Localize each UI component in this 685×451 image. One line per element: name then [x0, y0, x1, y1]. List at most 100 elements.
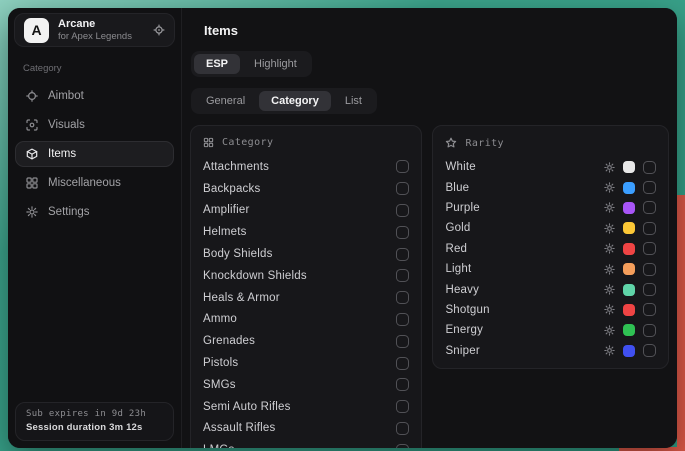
checkbox[interactable]: [643, 161, 656, 174]
checkbox[interactable]: [396, 444, 409, 448]
gear-icon[interactable]: [604, 345, 615, 356]
desktop-red-accent: [677, 195, 685, 451]
category-item-label: Knockdown Shields: [203, 270, 307, 282]
color-swatch[interactable]: [623, 243, 635, 255]
gear-icon[interactable]: [604, 325, 615, 336]
checkbox[interactable]: [396, 248, 409, 261]
checkbox[interactable]: [643, 344, 656, 357]
checkbox[interactable]: [643, 283, 656, 296]
category-item-label: Semi Auto Rifles: [203, 401, 291, 413]
rarity-item-label: White: [445, 161, 475, 173]
tab-highlight[interactable]: Highlight: [242, 54, 309, 74]
rarity-panel: Rarity WhiteBluePurpleGoldRedLightHeavyS…: [432, 125, 669, 369]
gear-icon[interactable]: [604, 304, 615, 315]
sidebar-item-visuals[interactable]: Visuals: [15, 112, 174, 138]
checkbox[interactable]: [643, 263, 656, 276]
sidebar: A Arcane for Apex Legends Category Aimbo…: [8, 8, 182, 448]
rarity-row-blue: Blue: [445, 177, 656, 197]
category-item-label: Backpacks: [203, 183, 260, 195]
sub-expires-text: Sub expires in 9d 23h: [26, 409, 163, 419]
color-swatch[interactable]: [623, 263, 635, 275]
rarity-row-sniper: Sniper: [445, 341, 656, 361]
checkbox[interactable]: [396, 204, 409, 217]
checkbox[interactable]: [396, 357, 409, 370]
sidebar-item-settings[interactable]: Settings: [15, 199, 174, 225]
category-item-label: Amplifier: [203, 204, 250, 216]
page-title: Items: [204, 23, 669, 38]
gear-icon[interactable]: [604, 162, 615, 173]
checkbox[interactable]: [396, 313, 409, 326]
checkbox[interactable]: [396, 182, 409, 195]
gear-icon[interactable]: [604, 202, 615, 213]
color-swatch[interactable]: [623, 202, 635, 214]
rarity-row-energy: Energy: [445, 320, 656, 340]
gear-icon[interactable]: [604, 223, 615, 234]
category-row-smgs: SMGs: [203, 374, 409, 396]
color-swatch[interactable]: [623, 222, 635, 234]
scan-eye-icon: [26, 119, 38, 131]
tab-general[interactable]: General: [194, 91, 257, 111]
star-icon: [445, 137, 457, 149]
gear-icon[interactable]: [604, 264, 615, 275]
checkbox[interactable]: [643, 242, 656, 255]
checkbox[interactable]: [643, 324, 656, 337]
rarity-item-label: Blue: [445, 182, 469, 194]
rarity-row-shotgun: Shotgun: [445, 300, 656, 320]
checkbox[interactable]: [396, 226, 409, 239]
app-logo: A: [24, 18, 49, 43]
category-row-helmets: Helmets: [203, 221, 409, 243]
sidebar-nav: Aimbot Visuals Items Miscellaneous Settings: [8, 81, 181, 226]
rarity-item-label: Shotgun: [445, 304, 489, 316]
rarity-item-label: Light: [445, 263, 471, 275]
checkbox[interactable]: [396, 422, 409, 435]
sidebar-item-items[interactable]: Items: [15, 141, 174, 167]
mode-tab-group: ESPHighlight: [191, 51, 312, 77]
target-settings-icon[interactable]: [153, 24, 165, 36]
checkbox[interactable]: [396, 335, 409, 348]
tab-list[interactable]: List: [333, 91, 374, 111]
rarity-item-label: Sniper: [445, 345, 479, 357]
category-row-knockdown-shields: Knockdown Shields: [203, 265, 409, 287]
gear-icon: [26, 206, 38, 218]
rarity-row-heavy: Heavy: [445, 279, 656, 299]
category-row-semi-auto-rifles: Semi Auto Rifles: [203, 396, 409, 418]
checkbox[interactable]: [396, 269, 409, 282]
color-swatch[interactable]: [623, 304, 635, 316]
sidebar-item-label: Items: [48, 148, 76, 160]
checkbox[interactable]: [396, 160, 409, 173]
category-row-ammo: Ammo: [203, 309, 409, 331]
checkbox[interactable]: [643, 303, 656, 316]
gear-icon[interactable]: [604, 284, 615, 295]
sidebar-item-aimbot[interactable]: Aimbot: [15, 83, 174, 109]
checkbox[interactable]: [643, 222, 656, 235]
color-swatch[interactable]: [623, 345, 635, 357]
app-logo-card: A Arcane for Apex Legends: [14, 13, 175, 47]
category-panel-title: Category: [222, 137, 273, 148]
category-item-label: Body Shields: [203, 248, 273, 260]
rarity-row-purple: Purple: [445, 198, 656, 218]
gear-icon[interactable]: [604, 243, 615, 254]
color-swatch[interactable]: [623, 284, 635, 296]
checkbox[interactable]: [643, 181, 656, 194]
checkbox[interactable]: [396, 378, 409, 391]
rarity-item-label: Purple: [445, 202, 479, 214]
app-name: Arcane: [58, 18, 132, 30]
color-swatch[interactable]: [623, 182, 635, 194]
color-swatch[interactable]: [623, 161, 635, 173]
checkbox[interactable]: [643, 201, 656, 214]
category-item-label: Heals & Armor: [203, 292, 280, 304]
checkbox[interactable]: [396, 400, 409, 413]
color-swatch[interactable]: [623, 324, 635, 336]
checkbox[interactable]: [396, 291, 409, 304]
tab-esp[interactable]: ESP: [194, 54, 240, 74]
sidebar-item-miscellaneous[interactable]: Miscellaneous: [15, 170, 174, 196]
sidebar-item-label: Aimbot: [48, 90, 84, 102]
crosshair-icon: [26, 90, 38, 102]
rarity-item-label: Energy: [445, 324, 483, 336]
tab-category[interactable]: Category: [259, 91, 331, 111]
category-grid-icon: [203, 137, 214, 148]
sidebar-item-label: Settings: [48, 206, 90, 218]
session-duration-text: Session duration 3m 12s: [26, 422, 163, 433]
gear-icon[interactable]: [604, 182, 615, 193]
category-item-label: Pistols: [203, 357, 238, 369]
